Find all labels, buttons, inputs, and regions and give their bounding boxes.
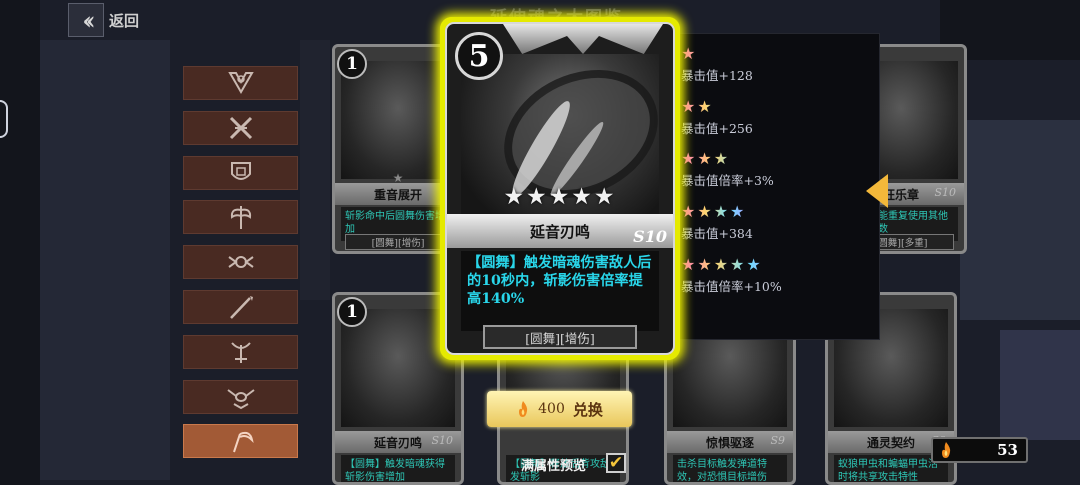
- arrow-left-icon[interactable]: [866, 174, 888, 208]
- star-icon: ★★★★★: [503, 184, 617, 210]
- exchange-button[interactable]: 400 兑换: [487, 391, 632, 427]
- double-axe-icon: [230, 206, 251, 230]
- shield-emblem-icon: [230, 161, 251, 180]
- rainbow-star-icon: ★★★: [681, 151, 774, 167]
- card-art: [341, 309, 455, 427]
- star-bonus-text: 暴击值+384: [681, 226, 753, 241]
- star-bonus-text: 暴击值倍率+3%: [681, 173, 774, 188]
- category-shield[interactable]: [183, 155, 298, 190]
- rainbow-star-icon: ★★: [681, 99, 753, 115]
- bow-icon: [230, 342, 251, 363]
- exchange-label: 兑换: [572, 400, 603, 419]
- category-axe[interactable]: [183, 200, 298, 235]
- card-level: S9: [770, 434, 785, 447]
- star-bonus-row: ★★★★ 暴击值+384: [681, 204, 753, 242]
- card-cost: 1: [337, 297, 367, 327]
- card-tags: [圆舞][增伤]: [345, 234, 451, 250]
- star-bonus-row: ★★ 暴击值+256: [681, 99, 753, 137]
- card-desc: 击杀目标触发弹道特效，对恐惧目标增伤: [673, 455, 787, 482]
- category-spear[interactable]: [183, 289, 298, 324]
- currency-display: 53: [931, 437, 1028, 463]
- star-bonus-text: 暴击值+256: [681, 121, 753, 136]
- currency-amount: 53: [997, 441, 1018, 459]
- featured-card: 5 ★★★★★ 延音刃鸣 S10 【圆舞】触发暗魂伤害敌人后的10秒内，斩影伤害…: [440, 17, 680, 360]
- category-list: [183, 66, 298, 469]
- star-bonus-text: 暴击值+128: [681, 68, 753, 83]
- full-stats-preview-label: 满属性预览: [521, 459, 587, 474]
- featured-card-desc: 【圆舞】触发暗魂伤害敌人后的10秒内，斩影伤害倍率提高140%: [461, 251, 659, 331]
- side-tab-handle[interactable]: [0, 100, 8, 138]
- crest-icon: [227, 72, 254, 94]
- double-chevron-left-icon: ‹‹: [82, 5, 95, 35]
- checkmark-icon: ✔: [608, 453, 624, 473]
- category-swords[interactable]: [183, 110, 298, 145]
- back-label[interactable]: 返回: [109, 10, 139, 31]
- category-crest[interactable]: [183, 66, 298, 100]
- featured-card-tags: [圆舞][增伤]: [483, 325, 637, 349]
- rainbow-star-icon: ★: [681, 46, 753, 62]
- card-level: S10: [431, 434, 453, 447]
- card-art: [341, 61, 455, 179]
- rainbow-star-icon: ★★★★: [681, 204, 753, 220]
- star-bonus-row: ★★★★★ 暴击值倍率+10%: [681, 257, 782, 295]
- category-scythe[interactable]: [183, 424, 298, 459]
- featured-card-level: S10: [633, 227, 667, 246]
- full-stats-preview-checkbox[interactable]: ✔: [606, 453, 626, 473]
- category-orb[interactable]: [183, 245, 298, 280]
- card-ornament: [503, 24, 663, 54]
- scythe-icon: [232, 432, 254, 453]
- card-desc: 【圆舞】触发暗魂获得斩影伤害增加: [341, 455, 455, 482]
- winged-eye-icon: [226, 388, 255, 409]
- back-button[interactable]: ‹‹: [68, 3, 104, 37]
- category-bow[interactable]: [183, 334, 298, 369]
- spear-icon: [229, 295, 253, 319]
- star-bonus-panel: ★ 暴击值+128 ★★ 暴击值+256 ★★★ 暴击值倍率+3% ★★★★ 暴…: [672, 33, 880, 340]
- star-bonus-row: ★★★ 暴击值倍率+3%: [681, 151, 774, 189]
- category-eye[interactable]: [183, 379, 298, 414]
- winged-orb-icon: [227, 256, 254, 269]
- soul-flame-icon: [516, 400, 530, 418]
- crossed-swords-icon: [229, 116, 252, 139]
- soul-flame-icon: [939, 441, 953, 459]
- exchange-price: 400: [538, 401, 565, 417]
- card-level: S10: [934, 186, 956, 199]
- card-cost: 1: [337, 49, 367, 79]
- featured-card-cost: 5: [455, 32, 503, 80]
- star-bonus-row: ★ 暴击值+128: [681, 46, 753, 84]
- rainbow-star-icon: ★★★★★: [681, 257, 782, 273]
- star-bonus-text: 暴击值倍率+10%: [681, 279, 782, 294]
